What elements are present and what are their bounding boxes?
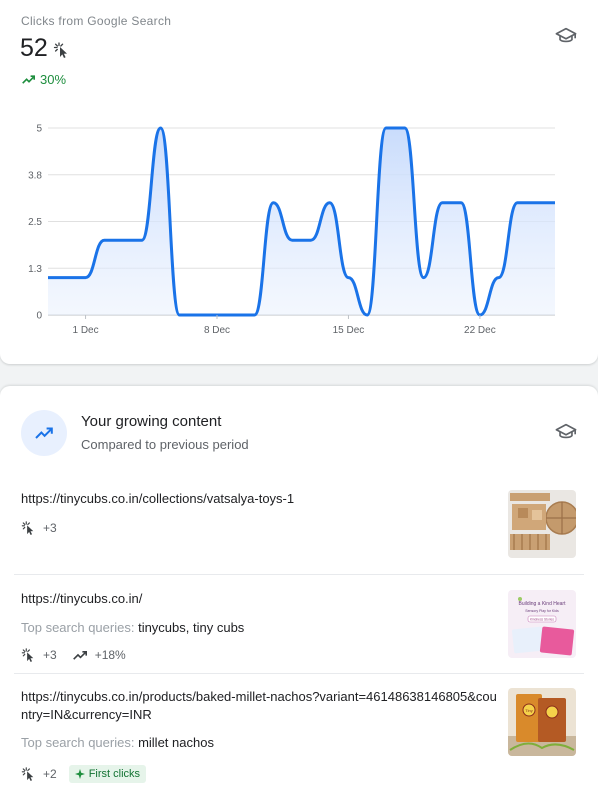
y-tick-label: 2.5 bbox=[28, 217, 42, 228]
clicks-change: +3 bbox=[43, 521, 57, 535]
item-stats: +3 +18% bbox=[21, 648, 126, 662]
y-tick-label: 0 bbox=[36, 311, 42, 322]
sparkle-icon bbox=[74, 769, 85, 779]
trend-indicator: 30% bbox=[22, 72, 66, 87]
y-tick-label: 1.3 bbox=[28, 264, 42, 275]
y-tick-label: 3.8 bbox=[28, 170, 42, 181]
section-title: Your growing content bbox=[81, 413, 222, 430]
list-item[interactable]: https://tinycubs.co.in/collections/vatsa… bbox=[14, 480, 584, 575]
x-tick-label: 15 Dec bbox=[333, 325, 365, 336]
page-thumbnail: Tiny bbox=[508, 688, 576, 756]
thumb-text: Building a Kind Heart bbox=[519, 601, 567, 607]
list-item[interactable]: https://tinycubs.co.in/ Top search queri… bbox=[14, 575, 584, 673]
section-subtitle: Compared to previous period bbox=[81, 437, 249, 452]
thumb-text: Sensory Play for Kids bbox=[525, 609, 559, 613]
trending-up-icon bbox=[22, 75, 35, 84]
queries-label: Top search queries: bbox=[21, 735, 135, 750]
first-clicks-badge: First clicks bbox=[68, 765, 147, 783]
y-tick-label: 5 bbox=[36, 124, 42, 135]
clicks-card: Clicks from Google Search 52 30% 0 1.3 2.5… bbox=[0, 0, 598, 364]
school-cap-icon[interactable] bbox=[555, 421, 577, 443]
percent-change: +18% bbox=[94, 648, 126, 662]
cursor-click-icon bbox=[53, 42, 67, 58]
thumb-text: Tiny bbox=[525, 708, 532, 713]
metric-label: Clicks from Google Search bbox=[21, 14, 172, 28]
cursor-click-icon bbox=[21, 767, 34, 781]
top-queries: Top search queries: tinycubs, tiny cubs bbox=[21, 620, 244, 635]
top-queries: Top search queries: millet nachos bbox=[21, 735, 214, 750]
trending-up-icon bbox=[35, 427, 53, 439]
page-url[interactable]: https://tinycubs.co.in/products/baked-mi… bbox=[21, 688, 501, 724]
clicks-chart: 0 1.3 2.5 3.8 5 1 Dec 8 Dec 15 Dec 22 Dec bbox=[28, 124, 555, 336]
queries-value: millet nachos bbox=[138, 735, 214, 750]
school-cap-icon[interactable] bbox=[555, 25, 577, 47]
cursor-click-icon bbox=[21, 521, 34, 535]
item-stats: +3 bbox=[21, 521, 57, 535]
queries-label: Top search queries: bbox=[21, 620, 135, 635]
cursor-click-icon bbox=[21, 648, 34, 662]
trending-up-icon bbox=[72, 650, 87, 660]
item-stats: +2 First clicks bbox=[21, 765, 147, 783]
trend-value: 30% bbox=[40, 72, 67, 87]
x-tick-label: 8 Dec bbox=[204, 325, 230, 336]
queries-value: tinycubs, tiny cubs bbox=[138, 620, 245, 635]
page-url[interactable]: https://tinycubs.co.in/ bbox=[21, 590, 501, 608]
clicks-change: +2 bbox=[43, 767, 57, 781]
first-clicks-label: First clicks bbox=[88, 768, 141, 780]
x-tick-label: 22 Dec bbox=[464, 325, 496, 336]
clicks-change: +3 bbox=[43, 648, 57, 662]
page-thumbnail: Building a Kind Heart Sensory Play for K… bbox=[508, 590, 576, 658]
trending-icon-circle bbox=[21, 410, 67, 456]
clicks-value: 52 bbox=[20, 34, 48, 62]
x-tick-label: 1 Dec bbox=[72, 325, 98, 336]
page-thumbnail bbox=[508, 490, 576, 558]
list-item[interactable]: https://tinycubs.co.in/products/baked-mi… bbox=[14, 674, 584, 796]
thumb-text: Kindness Stories bbox=[530, 618, 554, 622]
page-url[interactable]: https://tinycubs.co.in/collections/vatsa… bbox=[21, 490, 501, 508]
